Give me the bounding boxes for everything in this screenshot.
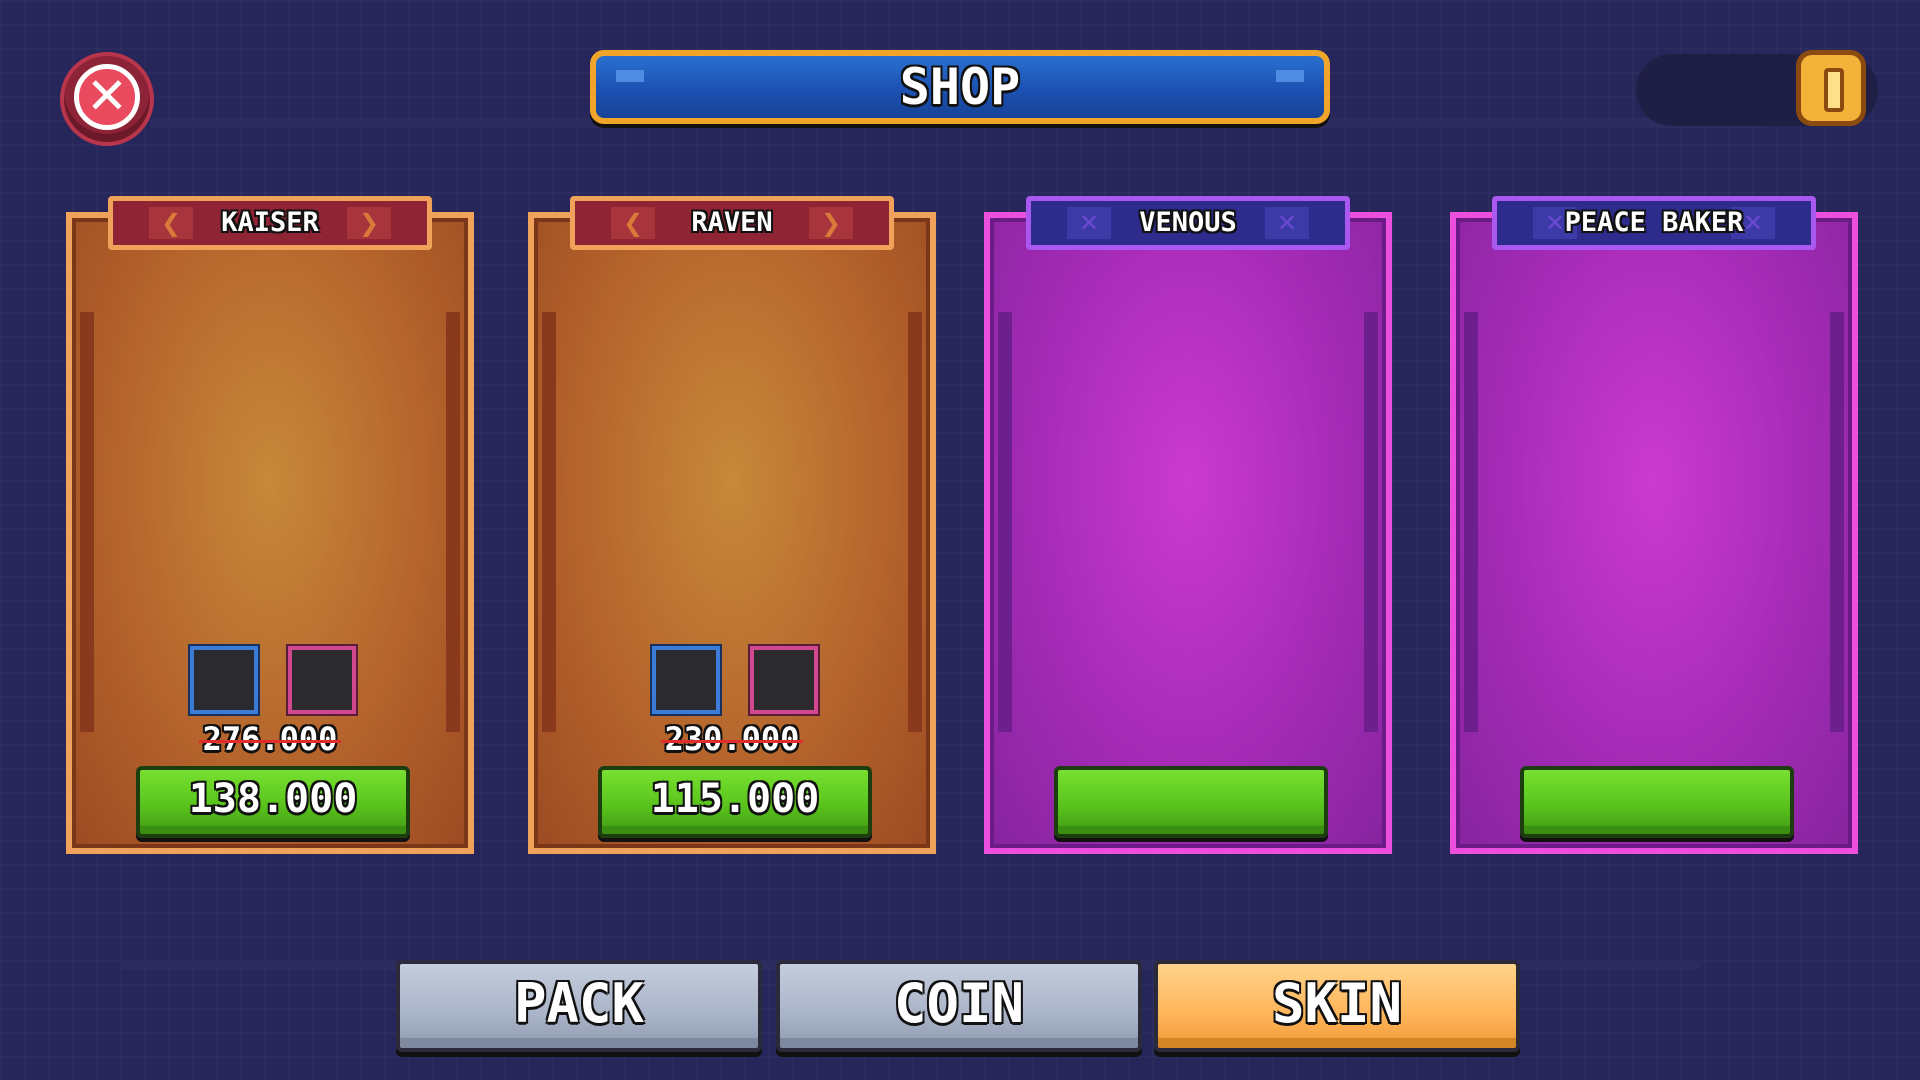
buy-button[interactable]	[1054, 766, 1328, 838]
item-slot-pink	[288, 646, 356, 714]
item-slot-pink	[750, 646, 818, 714]
close-button[interactable]: ✕	[60, 52, 154, 146]
skin-card-raven[interactable]: ❮ ❯ RAVEN 230.000 115.000	[528, 196, 936, 854]
card-name-tag: ✕ ✕ VENOUS	[1026, 196, 1350, 250]
close-icon: ✕	[74, 64, 140, 130]
old-price: 276.000	[202, 720, 338, 758]
tab-skin[interactable]: SKIN	[1154, 960, 1520, 1052]
item-slot-blue	[190, 646, 258, 714]
card-name: KAISER	[221, 207, 319, 238]
tab-label: SKIN	[1271, 972, 1403, 1035]
title-banner: SHOP	[590, 50, 1330, 124]
skin-card-kaiser[interactable]: ❮ ❯ KAISER 276.000 138.000	[66, 196, 474, 854]
tab-pack[interactable]: PACK	[396, 960, 762, 1052]
item-slot-blue	[652, 646, 720, 714]
card-name: PEACE BAKER	[1564, 207, 1744, 238]
buy-button[interactable]: 138.000	[136, 766, 410, 838]
tab-label: PACK	[513, 972, 645, 1035]
old-price: 230.000	[664, 720, 800, 758]
price: 138.000	[188, 776, 358, 822]
skin-card-peace-baker[interactable]: ✕ ✕ PEACE BAKER	[1450, 196, 1858, 854]
card-name-tag: ✕ ✕ PEACE BAKER	[1492, 196, 1816, 250]
card-name-tag: ❮ ❯ RAVEN	[570, 196, 894, 250]
buy-button[interactable]: 115.000	[598, 766, 872, 838]
buy-button[interactable]	[1520, 766, 1794, 838]
card-name-tag: ❮ ❯ KAISER	[108, 196, 432, 250]
card-name: RAVEN	[691, 207, 773, 238]
tab-label: COIN	[893, 972, 1025, 1035]
price: 115.000	[650, 776, 820, 822]
page-title: SHOP	[899, 58, 1021, 116]
coin-icon	[1796, 50, 1866, 126]
skin-card-venous[interactable]: ✕ ✕ VENOUS	[984, 196, 1392, 854]
tab-coin[interactable]: COIN	[776, 960, 1142, 1052]
card-name: VENOUS	[1139, 207, 1237, 238]
